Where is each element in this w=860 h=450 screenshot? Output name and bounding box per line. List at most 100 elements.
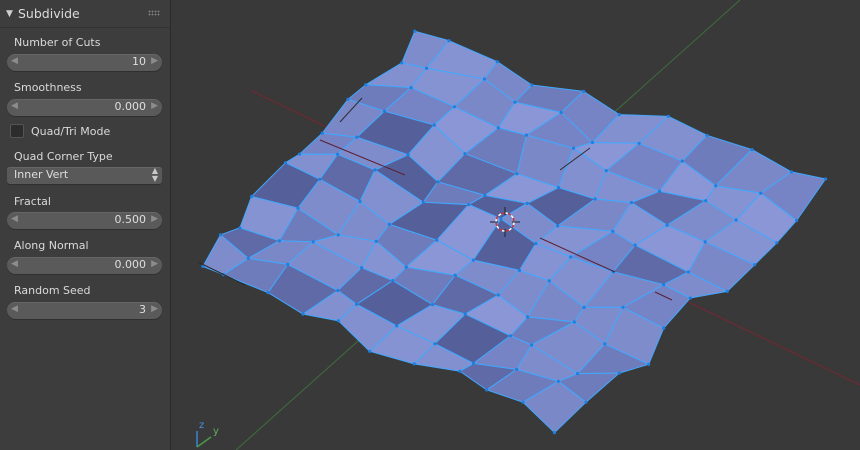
mesh-vertex[interactable] — [556, 224, 560, 228]
mesh-vertex[interactable] — [425, 66, 429, 70]
arrow-right-icon[interactable]: ▶ — [151, 101, 158, 111]
mesh-vertex[interactable] — [629, 201, 634, 205]
mesh-vertex[interactable] — [320, 131, 324, 135]
mesh-vertex[interactable] — [296, 206, 300, 210]
mesh-vertex[interactable] — [823, 177, 828, 181]
mesh-vertex[interactable] — [298, 152, 302, 156]
mesh-vertex[interactable] — [238, 226, 242, 230]
mesh-vertex[interactable] — [336, 288, 340, 293]
mesh-vertex[interactable] — [705, 133, 709, 137]
arrow-left-icon[interactable]: ◀ — [11, 304, 18, 314]
mesh-vertex[interactable] — [453, 273, 457, 277]
fractal-field[interactable]: ◀ 0.500 ▶ — [7, 212, 162, 229]
mesh-vertex[interactable] — [604, 169, 608, 173]
mesh-vertex[interactable] — [775, 241, 779, 245]
quad-tri-mode-checkbox[interactable] — [10, 124, 24, 138]
quad-corner-type-dropdown[interactable]: Inner Vert ▲ ▼ — [7, 167, 162, 184]
mesh-vertex[interactable] — [382, 109, 387, 113]
mesh-vertex[interactable] — [686, 270, 691, 274]
mesh-vertex[interactable] — [603, 342, 607, 346]
mesh-vertex[interactable] — [471, 258, 475, 262]
mesh-vertex[interactable] — [436, 180, 440, 184]
mesh-vertex[interactable] — [463, 152, 467, 156]
subdivided-plane-mesh[interactable] — [197, 29, 828, 435]
mesh-vertex[interactable] — [572, 320, 576, 324]
mesh-vertex[interactable] — [496, 126, 500, 130]
mesh-vertex[interactable] — [346, 97, 350, 101]
arrow-left-icon[interactable]: ◀ — [11, 101, 18, 111]
mesh-vertex[interactable] — [584, 400, 588, 404]
mesh-vertex[interactable] — [471, 361, 476, 365]
smoothness-field[interactable]: ◀ 0.000 ▶ — [7, 99, 162, 116]
mesh-vertex[interactable] — [413, 29, 417, 33]
mesh-vertex[interactable] — [753, 263, 757, 267]
mesh-vertex[interactable] — [582, 305, 586, 309]
mesh-vertex[interactable] — [283, 161, 288, 165]
mesh-vertex[interactable] — [665, 223, 669, 227]
mesh-vertex[interactable] — [433, 342, 437, 346]
along-normal-field[interactable]: ◀ 0.000 ▶ — [7, 257, 162, 274]
mesh-vertex[interactable] — [515, 367, 519, 371]
mesh-vertex[interactable] — [482, 77, 487, 81]
mesh-vertex[interactable] — [400, 61, 404, 65]
mesh-vertex[interactable] — [246, 256, 250, 260]
mesh-vertex[interactable] — [725, 289, 729, 293]
number-of-cuts-field[interactable]: ◀ 10 ▶ — [7, 54, 162, 71]
mesh-vertex[interactable] — [657, 189, 662, 193]
mesh-vertex[interactable] — [593, 197, 597, 201]
mesh-vertex[interactable] — [750, 148, 754, 152]
triangle-down-icon[interactable]: ▼ — [6, 9, 16, 19]
arrow-left-icon[interactable]: ◀ — [11, 259, 18, 269]
mesh-vertex[interactable] — [301, 312, 305, 316]
mesh-vertex[interactable] — [530, 83, 534, 87]
mesh-vertex[interactable] — [552, 431, 557, 435]
arrow-right-icon[interactable]: ▶ — [151, 214, 158, 224]
mesh-vertex[interactable] — [336, 152, 340, 156]
mesh-vertex[interactable] — [458, 369, 462, 373]
mesh-vertex[interactable] — [680, 159, 684, 163]
mesh-vertex[interactable] — [789, 170, 794, 174]
mesh-vertex[interactable] — [404, 265, 408, 269]
mesh-vertex[interactable] — [617, 113, 621, 117]
mesh-vertex[interactable] — [354, 302, 359, 306]
mesh-vertex[interactable] — [582, 89, 586, 93]
mesh-vertex[interactable] — [374, 239, 378, 243]
mesh-vertex[interactable] — [452, 105, 457, 109]
mesh-vertex[interactable] — [485, 388, 489, 392]
arrow-right-icon[interactable]: ▶ — [151, 259, 158, 269]
mesh-vertex[interactable] — [391, 279, 395, 283]
mesh-vertex[interactable] — [647, 362, 651, 366]
mesh-vertex[interactable] — [530, 343, 534, 347]
arrow-left-icon[interactable]: ◀ — [11, 214, 18, 224]
mesh-vertex[interactable] — [412, 362, 416, 366]
mesh-vertex[interactable] — [704, 199, 708, 203]
mesh-vertex[interactable] — [590, 140, 595, 145]
mesh-vertex[interactable] — [495, 60, 499, 64]
mesh-vertex[interactable] — [373, 168, 377, 172]
mesh-vertex[interactable] — [218, 233, 223, 237]
arrow-right-icon[interactable]: ▶ — [151, 56, 158, 66]
mesh-vertex[interactable] — [515, 172, 519, 176]
mesh-vertex[interactable] — [277, 239, 281, 243]
mesh-vertex[interactable] — [409, 86, 413, 90]
mesh-vertex[interactable] — [387, 222, 391, 226]
random-seed-field[interactable]: ◀ 3 ▶ — [7, 302, 162, 319]
mesh-vertex[interactable] — [795, 218, 799, 223]
mesh-vertex[interactable] — [714, 184, 718, 188]
mesh-vertex[interactable] — [368, 349, 372, 353]
mesh-vertex[interactable] — [526, 315, 530, 319]
mesh-vertex[interactable] — [336, 233, 340, 237]
mesh-vertex[interactable] — [662, 326, 666, 330]
mesh-vertex[interactable] — [662, 283, 666, 287]
panel-header[interactable]: ▼ Subdivide — [0, 0, 170, 28]
mesh-vertex[interactable] — [435, 238, 439, 242]
mesh-vertex[interactable] — [556, 379, 561, 383]
mesh-vertex[interactable] — [569, 255, 573, 259]
mesh-vertex[interactable] — [447, 39, 451, 43]
mesh-vertex[interactable] — [463, 312, 467, 316]
mesh-vertex[interactable] — [311, 240, 315, 244]
mesh-vertex[interactable] — [318, 177, 322, 181]
mesh-vertex[interactable] — [395, 324, 399, 328]
mesh-vertex[interactable] — [467, 203, 471, 207]
mesh-vertex[interactable] — [525, 201, 529, 205]
